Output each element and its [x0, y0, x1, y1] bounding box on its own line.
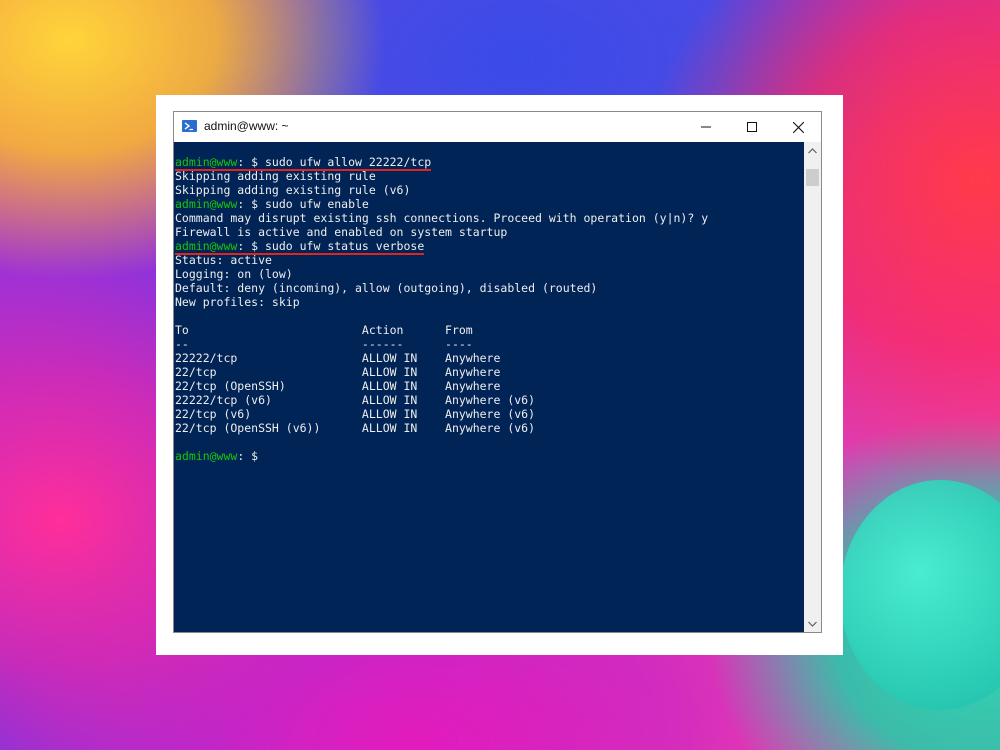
- minimize-icon: [701, 126, 711, 128]
- prompt-line: admin@www: $ sudo ufw status verbose: [175, 239, 708, 255]
- command-text: : $: [237, 449, 259, 463]
- output-line: To Action From: [175, 323, 473, 337]
- scroll-down-button[interactable]: [804, 615, 821, 632]
- command-text: : $ sudo ufw enable: [237, 197, 369, 211]
- highlighted-command: admin@www: $ sudo ufw status verbose: [175, 239, 425, 255]
- output-line: Command may disrupt existing ssh connect…: [175, 211, 709, 225]
- terminal-window: admin@www: ~ admin@www: $ sudo ufw allow…: [173, 111, 822, 633]
- close-icon: [792, 121, 804, 133]
- title-bar[interactable]: admin@www: ~: [174, 112, 821, 142]
- output-line: 22222/tcp (v6) ALLOW IN Anywhere (v6): [175, 393, 536, 407]
- chevron-up-icon: [808, 147, 817, 153]
- prompt-user: admin@www: [175, 197, 238, 211]
- command-text: : $ sudo ufw allow 22222/tcp: [237, 155, 432, 169]
- maximize-button[interactable]: [729, 112, 775, 142]
- output-line: -- ------ ----: [175, 337, 473, 351]
- command: admin@www: $: [175, 449, 258, 463]
- terminal-output[interactable]: admin@www: $ sudo ufw allow 22222/tcp Ski…: [174, 142, 804, 632]
- prompt-line: admin@www: $: [175, 449, 708, 463]
- prompt-user: admin@www: [175, 155, 238, 169]
- powershell-icon: [182, 120, 197, 132]
- terminal-lines: admin@www: $ sudo ufw allow 22222/tcp Ski…: [175, 155, 708, 463]
- output-line: Firewall is active and enabled on system…: [175, 225, 508, 239]
- minimize-button[interactable]: [683, 112, 729, 142]
- vertical-scrollbar[interactable]: [804, 142, 821, 632]
- highlighted-command: admin@www: $ sudo ufw allow 22222/tcp: [175, 155, 432, 171]
- output-line: 22/tcp (OpenSSH) ALLOW IN Anywhere: [175, 379, 501, 393]
- close-button[interactable]: [775, 112, 821, 142]
- background-decoration: [840, 480, 1000, 710]
- output-line: 22222/tcp ALLOW IN Anywhere: [175, 351, 501, 365]
- output-line: Default: deny (incoming), allow (outgoin…: [175, 281, 598, 295]
- output-line: Skipping adding existing rule (v6): [175, 183, 411, 197]
- command: admin@www: $ sudo ufw enable: [175, 197, 369, 211]
- output-line: Logging: on (low): [175, 267, 293, 281]
- output-line: Status: active: [175, 253, 272, 267]
- output-line: Skipping adding existing rule: [175, 169, 376, 183]
- maximize-icon: [747, 122, 757, 132]
- scroll-thumb[interactable]: [806, 169, 819, 186]
- prompt-user: admin@www: [175, 449, 238, 463]
- output-line: 22/tcp (v6) ALLOW IN Anywhere (v6): [175, 407, 536, 421]
- output-line: 22/tcp ALLOW IN Anywhere: [175, 365, 501, 379]
- prompt-line: admin@www: $ sudo ufw enable: [175, 197, 708, 211]
- prompt-line: admin@www: $ sudo ufw allow 22222/tcp: [175, 155, 708, 171]
- prompt-user: admin@www: [175, 239, 238, 253]
- scroll-up-button[interactable]: [804, 142, 821, 159]
- chevron-down-icon: [808, 621, 817, 627]
- window-title: admin@www: ~: [204, 119, 289, 133]
- command-text: : $ sudo ufw status verbose: [237, 239, 425, 253]
- output-line: New profiles: skip: [175, 295, 300, 309]
- output-line: 22/tcp (OpenSSH (v6)) ALLOW IN Anywhere …: [175, 421, 536, 435]
